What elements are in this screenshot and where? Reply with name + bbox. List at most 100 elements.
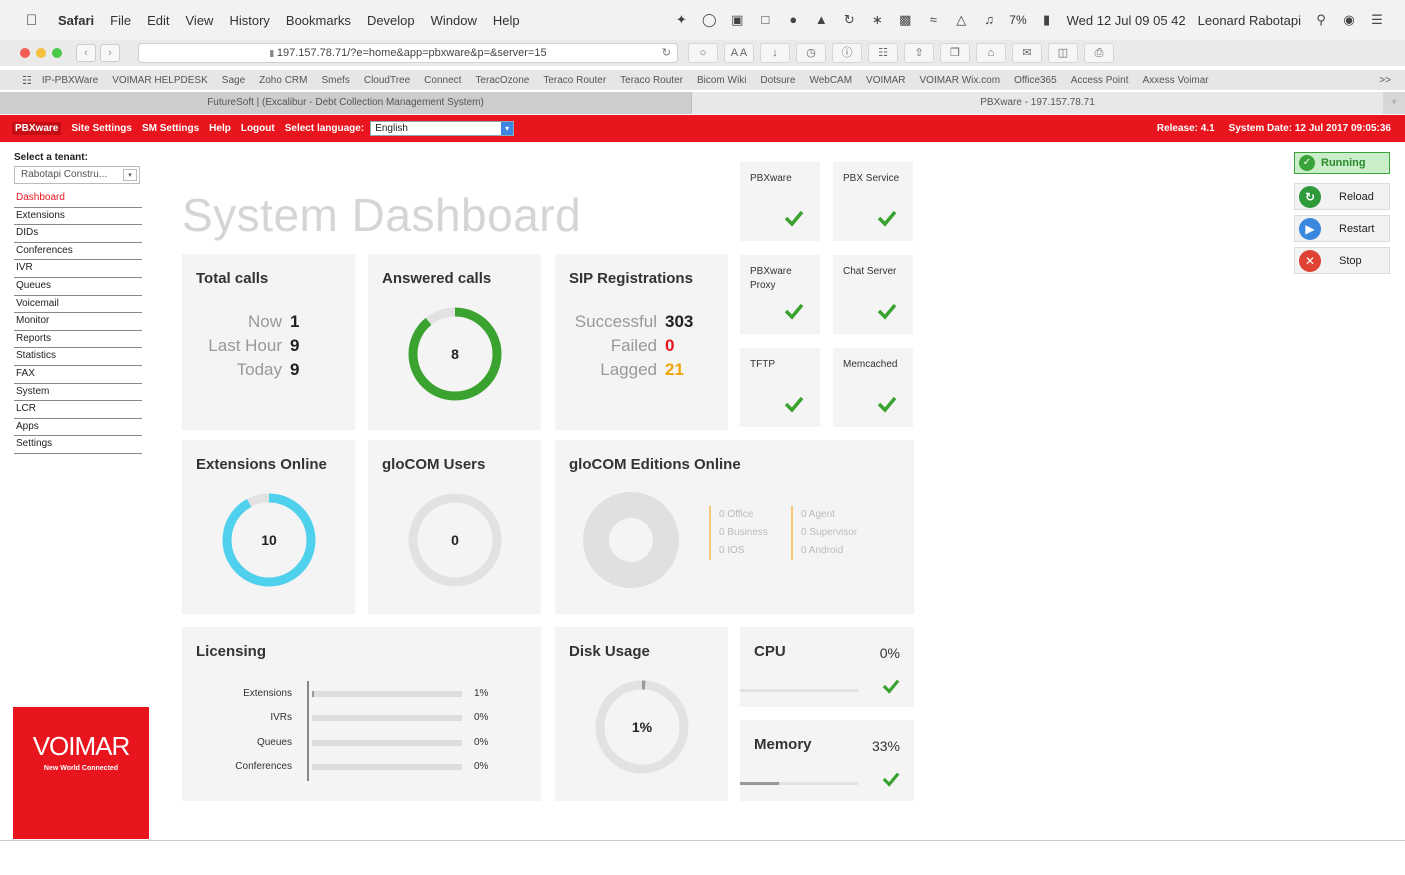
sidebar-item-dids[interactable]: DIDs bbox=[14, 225, 142, 243]
opera-icon[interactable]: ○ bbox=[688, 43, 718, 63]
bird-icon[interactable]: ✦ bbox=[673, 13, 689, 27]
bookmark-item[interactable]: Axxess Voimar bbox=[1143, 75, 1209, 86]
restart-button[interactable]: ▶ Restart bbox=[1294, 215, 1390, 242]
sm-settings-link[interactable]: SM Settings bbox=[142, 123, 199, 134]
bookmark-item[interactable]: Teraco Router bbox=[543, 75, 606, 86]
bluetooth-icon[interactable]: ∗ bbox=[869, 13, 885, 27]
airplay-icon[interactable]: △ bbox=[953, 13, 969, 27]
time-machine-icon[interactable]: ↻ bbox=[841, 13, 857, 27]
sidebar-item-monitor[interactable]: Monitor bbox=[14, 313, 142, 331]
bookmark-item[interactable]: IP-PBXWare bbox=[42, 75, 98, 86]
total-calls-card: Total calls Now 1 Last Hour 9 Today 9 bbox=[182, 254, 355, 430]
bookmark-item[interactable]: Office365 bbox=[1014, 75, 1057, 86]
spotlight-icon[interactable]: ⚲ bbox=[1313, 13, 1329, 27]
sidebar-item-queues[interactable]: Queues bbox=[14, 278, 142, 296]
brand-label[interactable]: PBXware bbox=[12, 122, 62, 135]
sidebar-item-ivr[interactable]: IVR bbox=[14, 260, 142, 278]
stop-button[interactable]: ✕ Stop bbox=[1294, 247, 1390, 274]
display-icon[interactable]: ▩ bbox=[897, 13, 913, 27]
bookmark-item[interactable]: Dotsure bbox=[760, 75, 795, 86]
help-link[interactable]: Help bbox=[209, 123, 231, 134]
reload-page-icon[interactable]: ↻ bbox=[662, 44, 671, 62]
sidebar-item-system[interactable]: System bbox=[14, 384, 142, 402]
tab-futuresoft[interactable]: FutureSoft | (Excalibur - Debt Collectio… bbox=[0, 92, 691, 114]
menu-edit[interactable]: Edit bbox=[147, 13, 169, 28]
text-size-icon[interactable]: A A bbox=[724, 43, 754, 63]
top-sites-icon[interactable]: ☷ bbox=[22, 74, 32, 87]
user-name[interactable]: Leonard Rabotapi bbox=[1198, 13, 1301, 28]
bookmark-item[interactable]: TeracOzone bbox=[475, 75, 529, 86]
bookmark-item[interactable]: VOIMAR HELPDESK bbox=[112, 75, 208, 86]
bookmark-item[interactable]: Smefs bbox=[322, 75, 350, 86]
menu-bookmarks[interactable]: Bookmarks bbox=[286, 13, 351, 28]
address-bar[interactable]: ▮ 197.157.78.71/?e=home&app=pbxware&p=&s… bbox=[138, 43, 678, 63]
shield-icon[interactable]: ◯ bbox=[701, 13, 717, 27]
sidebar-item-fax[interactable]: FAX bbox=[14, 366, 142, 384]
menu-develop[interactable]: Develop bbox=[367, 13, 415, 28]
sidebar-icon[interactable]: ◫ bbox=[1048, 43, 1078, 63]
language-select[interactable]: English ▾ bbox=[370, 121, 515, 136]
share-icon[interactable]: ⇧ bbox=[904, 43, 934, 63]
apple-icon[interactable]:  bbox=[26, 12, 48, 29]
battery-icon[interactable]: ▮ bbox=[1039, 13, 1055, 27]
zoom-window-button[interactable] bbox=[52, 48, 62, 58]
info-icon[interactable]: ⓘ bbox=[832, 43, 862, 63]
menu-window[interactable]: Window bbox=[431, 13, 477, 28]
sidebar-item-conferences[interactable]: Conferences bbox=[14, 243, 142, 261]
forward-button[interactable]: › bbox=[100, 44, 120, 62]
site-settings-link[interactable]: Site Settings bbox=[71, 123, 132, 134]
logout-link[interactable]: Logout bbox=[241, 123, 275, 134]
bookmark-item[interactable]: Access Point bbox=[1071, 75, 1129, 86]
tab-pbxware[interactable]: PBXware - 197.157.78.71 bbox=[691, 92, 1383, 114]
reload-button[interactable]: ↻ Reload bbox=[1294, 183, 1390, 210]
sidebar-item-extensions[interactable]: Extensions bbox=[14, 208, 142, 226]
sidebar-item-dashboard[interactable]: Dashboard bbox=[14, 190, 142, 208]
sidebar-item-settings[interactable]: Settings bbox=[14, 436, 142, 454]
menu-app-name[interactable]: Safari bbox=[58, 13, 94, 28]
bookmark-item[interactable]: VOIMAR bbox=[866, 75, 905, 86]
sidebar-item-statistics[interactable]: Statistics bbox=[14, 348, 142, 366]
hat-icon[interactable]: ▲ bbox=[813, 13, 829, 27]
checkmark-icon bbox=[784, 303, 804, 320]
running-status-button[interactable]: ✓ Running bbox=[1294, 152, 1390, 174]
bookmark-item[interactable]: Connect bbox=[424, 75, 461, 86]
bookmark-item[interactable]: Teraco Router bbox=[620, 75, 683, 86]
sidebar-item-apps[interactable]: Apps bbox=[14, 419, 142, 437]
checkmark-icon bbox=[877, 210, 897, 227]
bookmarks-more-button[interactable]: >> bbox=[1379, 75, 1391, 86]
wifi-icon[interactable]: ≈ bbox=[925, 13, 941, 27]
siri-icon[interactable]: ◉ bbox=[1341, 13, 1357, 27]
new-tab-button[interactable]: + bbox=[1383, 92, 1405, 114]
volume-icon[interactable]: ♫ bbox=[981, 13, 997, 27]
menu-history[interactable]: History bbox=[229, 13, 269, 28]
tenant-select[interactable]: Rabotapi Constru... ▾ bbox=[14, 166, 140, 184]
clock[interactable]: Wed 12 Jul 09 05 42 bbox=[1067, 13, 1186, 28]
vpn-icon[interactable]: □ bbox=[757, 13, 773, 27]
sidebar-item-lcr[interactable]: LCR bbox=[14, 401, 142, 419]
print-icon[interactable]: ⎙ bbox=[1084, 43, 1114, 63]
bookmark-item[interactable]: WebCAM bbox=[809, 75, 852, 86]
notification-list-icon[interactable]: ☰ bbox=[1369, 13, 1385, 27]
mail-icon[interactable]: ✉ bbox=[1012, 43, 1042, 63]
tabs-icon[interactable]: ❐ bbox=[940, 43, 970, 63]
minimize-window-button[interactable] bbox=[36, 48, 46, 58]
sidebar-item-voicemail[interactable]: Voicemail bbox=[14, 296, 142, 314]
badge-icon[interactable]: ● bbox=[785, 13, 801, 27]
bookmark-item[interactable]: Bicom Wiki bbox=[697, 75, 746, 86]
sidebar-item-reports[interactable]: Reports bbox=[14, 331, 142, 349]
bookmark-item[interactable]: Zoho CRM bbox=[259, 75, 307, 86]
bookmark-item[interactable]: Sage bbox=[222, 75, 245, 86]
grid-icon[interactable]: ☷ bbox=[868, 43, 898, 63]
close-window-button[interactable] bbox=[20, 48, 30, 58]
bookmark-item[interactable]: CloudTree bbox=[364, 75, 410, 86]
printer-icon[interactable]: ▣ bbox=[729, 13, 745, 27]
back-button[interactable]: ‹ bbox=[76, 44, 96, 62]
history-icon[interactable]: ◷ bbox=[796, 43, 826, 63]
download-icon[interactable]: ↓ bbox=[760, 43, 790, 63]
home-icon[interactable]: ⌂ bbox=[976, 43, 1006, 63]
bookmark-item[interactable]: VOIMAR Wix.com bbox=[920, 75, 1001, 86]
menu-file[interactable]: File bbox=[110, 13, 131, 28]
menu-view[interactable]: View bbox=[186, 13, 214, 28]
legend-item: 0 Supervisor bbox=[801, 527, 858, 538]
menu-help[interactable]: Help bbox=[493, 13, 520, 28]
